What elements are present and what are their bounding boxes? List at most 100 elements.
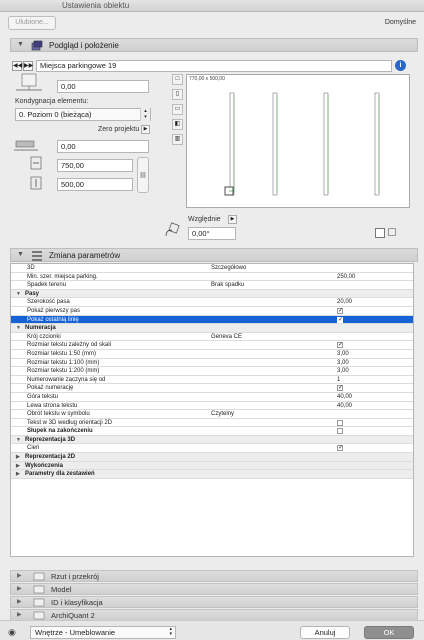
object-name-field[interactable]: Miejsca parkingowe 19: [36, 60, 392, 72]
expand-triangle-icon[interactable]: ▼: [16, 436, 21, 444]
mirror-toggle[interactable]: [375, 228, 385, 238]
parameter-checkbox[interactable]: [337, 419, 343, 426]
parameter-row[interactable]: Cień ✓: [11, 444, 413, 454]
parameter-group-row[interactable]: ▼ Numeracja: [11, 324, 413, 333]
section-header-collapsed[interactable]: ▶ Rzut i przekrój: [10, 570, 418, 582]
parameter-checkbox[interactable]: ✓: [337, 307, 343, 314]
chain-lock-icon[interactable]: ⛓: [137, 157, 149, 193]
parameter-name: Numerowanie zaczyna się od: [27, 376, 106, 383]
width-field[interactable]: 750,00: [57, 159, 133, 172]
collapsed-triangle-icon: ▶: [17, 573, 22, 579]
collapsed-triangle-icon: ▶: [17, 599, 22, 605]
parameter-number[interactable]: 3,00: [337, 350, 349, 358]
collapsed-triangle-icon[interactable]: ▶: [16, 462, 20, 470]
offset-icon: [14, 140, 38, 151]
parameter-group-row[interactable]: ▶ Wykończenia: [11, 461, 413, 471]
expand-triangle-icon: ▼: [17, 41, 24, 48]
parameter-checkbox[interactable]: ✓: [337, 316, 343, 323]
parameter-row[interactable]: Min. szer. miejsca parking. 250,00: [11, 273, 413, 282]
default-settings-link[interactable]: Domyślne: [385, 19, 416, 26]
previous-object-button[interactable]: ◀◀: [12, 61, 22, 71]
parameter-number[interactable]: 3,00: [337, 367, 349, 375]
parameter-row[interactable]: Numerowanie zaczyna się od 1: [11, 376, 413, 385]
collapsed-triangle-icon[interactable]: ▶: [16, 470, 20, 478]
section-header-collapsed[interactable]: ▶ ID i klasyfikacja: [10, 596, 418, 608]
story-label: Kondygnacja elementu:: [15, 98, 89, 105]
depth-field[interactable]: 500,00: [57, 178, 133, 191]
parameter-row[interactable]: Rozmiar tekstu 1:100 (mm) 3,00: [11, 359, 413, 368]
parameter-row[interactable]: Rozmiar tekstu 1:200 (mm) 3,00: [11, 367, 413, 376]
parameter-name: Pokaż numerację: [27, 385, 74, 392]
favorites-button[interactable]: Ulubione...: [8, 16, 56, 30]
relative-menu-button[interactable]: ▶: [228, 215, 237, 224]
parameter-row[interactable]: Szerokość pasa 20,00: [11, 298, 413, 307]
parameter-name: Lewa strona tekstu: [27, 402, 78, 409]
ok-button[interactable]: OK: [364, 626, 414, 639]
select-arrow-icon: ▴ ▾: [169, 626, 172, 637]
parameter-row[interactable]: Rozmiar tekstu zależny od skali ✓: [11, 341, 413, 350]
parameter-row[interactable]: Obrót tekstu w symbolu Czytelny: [11, 410, 413, 419]
object-icon: [31, 40, 43, 51]
view-2d-icon[interactable]: □: [172, 74, 183, 85]
parameter-value[interactable]: Geneva CE: [211, 333, 242, 341]
layer-select[interactable]: Wnętrze - Umeblowanie ▴ ▾: [30, 626, 176, 639]
project-zero-menu-button[interactable]: ▶: [141, 125, 150, 134]
parameter-name: Pokaż pierwszy pas: [27, 307, 81, 314]
parameter-number[interactable]: 20,00: [337, 298, 352, 306]
parameter-row[interactable]: Pokaż pierwszy pas ✓: [11, 307, 413, 316]
offset-field[interactable]: 0,00: [57, 140, 149, 153]
parameter-checkbox[interactable]: ✓: [337, 342, 343, 349]
parameter-row[interactable]: Pokaż ostatnią linię ✓: [11, 315, 413, 325]
view-side-icon[interactable]: ▯: [172, 89, 183, 100]
parameter-group-row[interactable]: ▶ Reprezentacja 2D: [11, 453, 413, 462]
view-front-icon[interactable]: ▭: [172, 104, 183, 115]
parameter-row[interactable]: 3D Szczegółowo: [11, 264, 413, 273]
parameter-row[interactable]: Tekst w 3D według orientacji 2D: [11, 419, 413, 428]
parameter-row[interactable]: Pokaż numerację ✓: [11, 384, 413, 393]
info-icon[interactable]: i: [395, 60, 406, 71]
parameter-number[interactable]: 250,00: [337, 273, 355, 281]
parameter-name: Słupek na zakończeniu: [27, 428, 93, 435]
view-3d-icon[interactable]: ◧: [172, 119, 183, 130]
parameter-name: Pokaż ostatnią linię: [27, 316, 79, 323]
parameter-name: Tekst w 3D według orientacji 2D: [27, 419, 113, 426]
parameter-value[interactable]: Szczegółowo: [211, 264, 246, 272]
parameter-number[interactable]: 1: [337, 376, 340, 384]
section-header-params[interactable]: ▼ Zmiana parametrów: [10, 248, 418, 262]
parameter-checkbox[interactable]: [337, 428, 343, 435]
expand-triangle-icon[interactable]: ▼: [16, 290, 21, 298]
parameter-value[interactable]: Czytelny: [211, 410, 234, 418]
parameter-row[interactable]: Rozmiar tekstu 1:50 (mm) 3,00: [11, 350, 413, 359]
parameter-row[interactable]: Krój czcionki Geneva CE: [11, 333, 413, 342]
parameter-row[interactable]: Spadek terenu Brak spadku: [11, 281, 413, 290]
next-object-button[interactable]: ▶▶: [23, 61, 33, 71]
collapsed-triangle-icon[interactable]: ▶: [16, 453, 20, 461]
collapsed-triangle-icon: ▶: [17, 586, 22, 592]
parameter-number[interactable]: 40,00: [337, 402, 352, 410]
parameter-group-row[interactable]: ▶ Parametry dla zestawień: [11, 470, 413, 479]
depth-icon: [30, 176, 42, 190]
parameter-number[interactable]: 40,00: [337, 393, 352, 401]
cancel-button[interactable]: Anuluj: [300, 626, 350, 639]
parameter-name: Rozmiar tekstu zależny od skali: [27, 342, 112, 349]
section-header-preview[interactable]: ▼ Podgląd i położenie: [10, 38, 418, 52]
parameter-group-row[interactable]: ▼ Pasy: [11, 289, 413, 299]
eye-icon: ◉: [8, 627, 16, 637]
elevation-field[interactable]: 0,00: [57, 80, 149, 93]
expand-triangle-icon[interactable]: ▼: [16, 324, 21, 332]
parameter-row[interactable]: Słupek na zakończeniu: [11, 427, 413, 436]
angle-field[interactable]: 0,00°: [188, 227, 236, 240]
parameter-name: Numeracja: [25, 325, 56, 332]
parameter-table: 3D Szczegółowo Min. szer. miejsca parking.…: [10, 263, 414, 557]
story-select[interactable]: 0. Poziom 0 (bieżąca) ▴ ▾: [15, 108, 151, 121]
view-section-icon[interactable]: ▥: [172, 134, 183, 145]
section-header-collapsed[interactable]: ▶ Model: [10, 583, 418, 595]
parameter-name: Wykończenia: [25, 462, 63, 469]
parameter-number[interactable]: 3,00: [337, 359, 349, 367]
parameter-row[interactable]: Lewa strona tekstu 40,00: [11, 402, 413, 411]
parameter-value[interactable]: Brak spadku: [211, 281, 244, 289]
parameter-checkbox[interactable]: ✓: [337, 385, 343, 392]
parameter-row[interactable]: Góra tekstu 40,00: [11, 393, 413, 402]
parameter-checkbox[interactable]: ✓: [337, 445, 343, 452]
parameter-group-row[interactable]: ▼ Reprezentacja 3D: [11, 435, 413, 445]
